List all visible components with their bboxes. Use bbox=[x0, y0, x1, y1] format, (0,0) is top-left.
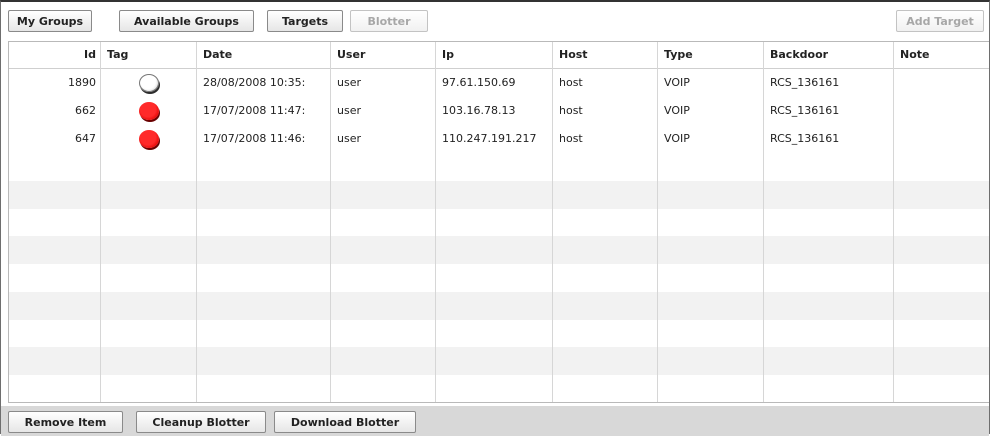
tag-white-icon[interactable] bbox=[139, 74, 159, 92]
row-type: VOIP bbox=[664, 132, 690, 145]
row-ip: 103.16.78.13 bbox=[442, 104, 516, 117]
row-id: 647 bbox=[75, 132, 96, 145]
row-ip: 110.247.191.217 bbox=[442, 132, 537, 145]
row-user: user bbox=[337, 76, 361, 89]
column-header-id[interactable]: Id bbox=[9, 42, 100, 68]
bottom-toolbar: Remove Item Cleanup Blotter Download Blo… bbox=[1, 406, 989, 436]
row-backdoor: RCS_136161 bbox=[770, 76, 840, 89]
column-header-ip[interactable]: Ip bbox=[435, 42, 552, 68]
cleanup-blotter-button[interactable]: Cleanup Blotter bbox=[136, 411, 266, 433]
row-id: 662 bbox=[75, 104, 96, 117]
row-backdoor: RCS_136161 bbox=[770, 104, 840, 117]
blotter-table: Id Tag Date User Ip Host Type Backdoor N… bbox=[8, 41, 989, 403]
available-groups-button[interactable]: Available Groups bbox=[119, 10, 254, 32]
row-id: 1890 bbox=[68, 76, 96, 89]
column-header-date[interactable]: Date bbox=[196, 42, 330, 68]
column-header-type[interactable]: Type bbox=[657, 42, 763, 68]
targets-button[interactable]: Targets bbox=[267, 10, 343, 32]
row-host: host bbox=[559, 76, 583, 89]
column-header-user[interactable]: User bbox=[330, 42, 435, 68]
table-header: Id Tag Date User Ip Host Type Backdoor N… bbox=[9, 42, 989, 69]
row-type: VOIP bbox=[664, 104, 690, 117]
row-type: VOIP bbox=[664, 76, 690, 89]
column-header-backdoor[interactable]: Backdoor bbox=[763, 42, 893, 68]
row-backdoor: RCS_136161 bbox=[770, 132, 840, 145]
top-toolbar: My Groups Available Groups Targets Blott… bbox=[1, 2, 989, 38]
row-note bbox=[900, 69, 986, 97]
tag-red-icon[interactable] bbox=[139, 102, 159, 120]
blotter-button[interactable]: Blotter bbox=[350, 10, 428, 32]
add-target-button[interactable]: Add Target bbox=[896, 10, 984, 32]
row-user: user bbox=[337, 104, 361, 117]
blotter-window: My Groups Available Groups Targets Blott… bbox=[0, 0, 990, 436]
row-date: 17/07/2008 11:46: bbox=[203, 132, 306, 145]
row-user: user bbox=[337, 132, 361, 145]
row-note bbox=[900, 97, 986, 125]
column-header-tag[interactable]: Tag bbox=[100, 42, 196, 68]
row-note bbox=[900, 125, 986, 153]
download-blotter-button[interactable]: Download Blotter bbox=[274, 411, 416, 433]
tag-red-icon[interactable] bbox=[139, 130, 159, 148]
remove-item-button[interactable]: Remove Item bbox=[8, 411, 123, 433]
column-header-note[interactable]: Note bbox=[893, 42, 989, 68]
row-date: 28/08/2008 10:35: bbox=[203, 76, 306, 89]
row-ip: 97.61.150.69 bbox=[442, 76, 516, 89]
row-host: host bbox=[559, 104, 583, 117]
my-groups-button[interactable]: My Groups bbox=[8, 10, 92, 32]
row-host: host bbox=[559, 132, 583, 145]
column-header-host[interactable]: Host bbox=[552, 42, 657, 68]
row-date: 17/07/2008 11:47: bbox=[203, 104, 306, 117]
